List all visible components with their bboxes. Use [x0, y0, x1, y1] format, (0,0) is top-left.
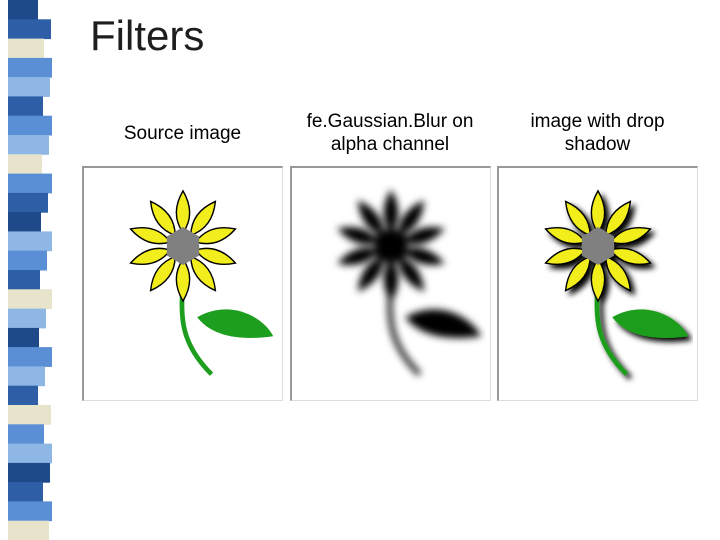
column-label: fe.Gaussian.Blur on alpha channel [307, 110, 474, 158]
column-blur: fe.Gaussian.Blur on alpha channel [288, 110, 493, 401]
columns-row: Source image [80, 110, 700, 401]
image-frame-blur [290, 166, 491, 401]
image-frame-dropshadow [497, 166, 698, 401]
image-frame-source [82, 166, 283, 401]
column-dropshadow: image with drop shadow [495, 110, 700, 401]
slide-title: Filters [90, 12, 204, 60]
decorative-sidebar [0, 0, 52, 540]
flower-blur-image [296, 174, 486, 394]
flower-source-image [88, 174, 278, 394]
flower-dropshadow-image [503, 174, 693, 394]
column-label: image with drop shadow [530, 110, 664, 158]
column-source: Source image [80, 110, 285, 401]
column-label: Source image [124, 110, 241, 158]
